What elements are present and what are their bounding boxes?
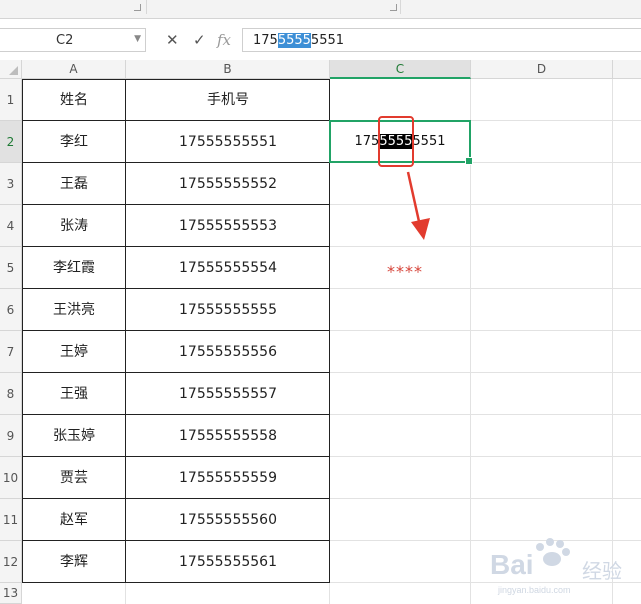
fill-handle[interactable] <box>465 157 473 165</box>
row-header-7[interactable]: 7 <box>0 331 22 373</box>
column-header-c[interactable]: C <box>330 60 471 79</box>
cell-name[interactable]: 赵军 <box>22 499 126 541</box>
table-border <box>22 162 330 163</box>
table-border <box>22 330 330 331</box>
column-header-e[interactable] <box>613 60 641 79</box>
cell-name[interactable]: 张涛 <box>22 205 126 247</box>
cell-phone[interactable]: 17555555557 <box>126 373 330 415</box>
row-header-1[interactable]: 1 <box>0 79 22 121</box>
cell-name[interactable]: 王磊 <box>22 163 126 205</box>
row-header-4[interactable]: 4 <box>0 205 22 247</box>
watermark-cn: 经验 <box>582 559 622 583</box>
column-header-b[interactable]: B <box>126 60 330 79</box>
mask-text: **** <box>387 262 423 281</box>
table-border <box>22 414 330 415</box>
cell-phone[interactable]: 17555555556 <box>126 331 330 373</box>
table-border <box>22 498 330 499</box>
row-header-2[interactable]: 2 <box>0 121 22 163</box>
cell-phone[interactable]: 17555555554 <box>126 247 330 289</box>
row-header-9[interactable]: 9 <box>0 415 22 457</box>
table-border <box>22 246 330 247</box>
paw-icon <box>536 538 570 566</box>
cell-a1-header[interactable]: 姓名 <box>22 79 126 121</box>
row-header-5[interactable]: 5 <box>0 247 22 289</box>
cell-name[interactable]: 贾芸 <box>22 457 126 499</box>
watermark: Bai 经验 jingyan.baidu.com <box>490 535 640 601</box>
table-border <box>22 372 330 373</box>
watermark-url: jingyan.baidu.com <box>498 585 571 595</box>
row-header-13[interactable]: 13 <box>0 583 22 604</box>
cell-phone[interactable]: 17555555555 <box>126 289 330 331</box>
cell-phone[interactable]: 17555555561 <box>126 541 330 583</box>
table-border <box>22 204 330 205</box>
name-box[interactable]: C2 ▼ <box>0 28 146 52</box>
row-header-12[interactable]: 12 <box>0 541 22 583</box>
cell-b1-header[interactable]: 手机号 <box>126 79 330 121</box>
cell-phone[interactable]: 17555555559 <box>126 457 330 499</box>
table-border <box>125 79 126 583</box>
row-header-10[interactable]: 10 <box>0 457 22 499</box>
table-border <box>22 120 330 121</box>
cell-name[interactable]: 王洪亮 <box>22 289 126 331</box>
formula-text: 17555555551 <box>253 33 345 48</box>
table-border <box>22 540 330 541</box>
cell-name[interactable]: 张玉婷 <box>22 415 126 457</box>
row-header-6[interactable]: 6 <box>0 289 22 331</box>
arrow-down-icon <box>406 171 430 240</box>
name-box-value: C2 <box>56 33 74 48</box>
watermark-brand: Bai <box>490 549 534 580</box>
formula-input[interactable]: 17555555551 <box>242 28 641 52</box>
cell-name[interactable]: 李辉 <box>22 541 126 583</box>
column-header-d[interactable]: D <box>471 60 613 79</box>
row-header-3[interactable]: 3 <box>0 163 22 205</box>
cell-name[interactable]: 王婷 <box>22 331 126 373</box>
cell-phone[interactable]: 17555555560 <box>126 499 330 541</box>
select-all-corner[interactable] <box>0 60 22 79</box>
row-header-8[interactable]: 8 <box>0 373 22 415</box>
ribbon-separator <box>400 0 401 14</box>
ribbon-launcher-icon[interactable] <box>390 4 397 11</box>
table-border <box>22 456 330 457</box>
fx-icon[interactable]: fx <box>217 31 231 49</box>
cell-phone[interactable]: 17555555553 <box>126 205 330 247</box>
formula-bar: C2 ▼ ✕ ✓ fx 17555555551 <box>0 22 641 58</box>
cell-phone[interactable]: 17555555551 <box>126 121 330 163</box>
confirm-icon[interactable]: ✓ <box>193 31 206 49</box>
cell-phone[interactable]: 17555555552 <box>126 163 330 205</box>
ribbon-launcher-icon[interactable] <box>134 4 141 11</box>
cell-name[interactable]: 李红 <box>22 121 126 163</box>
chevron-down-icon[interactable]: ▼ <box>134 34 141 44</box>
cell-name[interactable]: 李红霞 <box>22 247 126 289</box>
ribbon-separator <box>146 0 147 14</box>
table-border <box>22 288 330 289</box>
cancel-icon[interactable]: ✕ <box>166 31 179 49</box>
ribbon-bottom-edge <box>0 0 641 19</box>
cell-phone[interactable]: 17555555558 <box>126 415 330 457</box>
row-header-11[interactable]: 11 <box>0 499 22 541</box>
highlight-box <box>378 116 414 167</box>
formula-selected-text: 5555 <box>277 33 311 48</box>
cell-name[interactable]: 王强 <box>22 373 126 415</box>
gridline <box>612 79 613 604</box>
column-header-a[interactable]: A <box>22 60 126 79</box>
